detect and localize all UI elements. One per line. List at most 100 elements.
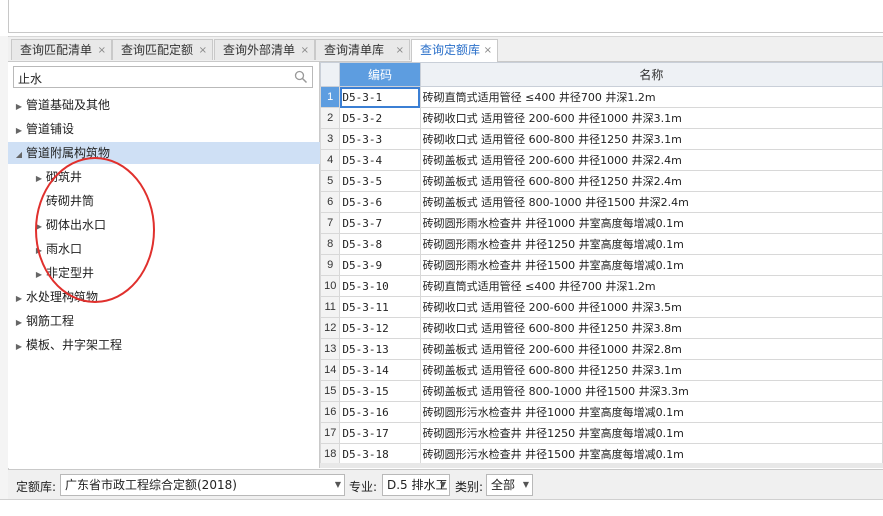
tab-5[interactable]: 查询定额库 × xyxy=(411,39,498,62)
name-cell[interactable]: 砖砌盖板式 适用管径 600-800 井径1250 井深3.1m xyxy=(419,359,883,381)
caret-right-icon[interactable]: ▶ xyxy=(34,216,44,238)
tree-node[interactable]: ▶ 砌筑井 xyxy=(34,166,82,188)
row-number[interactable]: 14 xyxy=(320,359,341,381)
table-row[interactable]: 15 D5-3-15 砖砌盖板式 适用管径 800-1000 井径1500 井深3.… xyxy=(320,380,883,402)
category-select[interactable]: 全部 ▼ xyxy=(486,474,533,496)
code-cell[interactable]: D5-3-16 xyxy=(339,401,421,423)
row-number[interactable]: 1 xyxy=(320,86,341,108)
column-header-code[interactable]: 编码 xyxy=(339,62,421,87)
close-icon[interactable]: × xyxy=(484,40,492,61)
tree-node[interactable]: ▶ 水处理构筑物 xyxy=(14,286,98,308)
tab-3[interactable]: 查询外部清单 × xyxy=(214,39,315,60)
name-cell[interactable]: 砖砌盖板式 适用管径 800-1000 井径1500 井深2.4m xyxy=(419,191,883,213)
row-number[interactable]: 2 xyxy=(320,107,341,129)
row-number[interactable]: 10 xyxy=(320,275,341,297)
name-cell[interactable]: 砖砌圆形污水检查井 井径1250 井室高度每增减0.1m xyxy=(419,422,883,444)
table-row[interactable]: 9 D5-3-9 砖砌圆形雨水检查井 井径1500 井室高度每增减0.1m xyxy=(320,254,883,276)
horizontal-scrollbar[interactable] xyxy=(320,463,883,468)
table-row[interactable]: 16 D5-3-16 砖砌圆形污水检查井 井径1000 井室高度每增减0.1m xyxy=(320,401,883,423)
row-number[interactable]: 12 xyxy=(320,317,341,339)
code-cell[interactable]: D5-3-2 xyxy=(339,107,421,129)
tree-node[interactable]: ▶ 非定型井 xyxy=(34,262,94,284)
search-input-value[interactable]: 止水 xyxy=(18,70,42,87)
code-cell[interactable]: D5-3-11 xyxy=(339,296,421,318)
tree-node[interactable]: ▶ 砌体出水口 xyxy=(34,214,106,236)
code-cell[interactable]: D5-3-15 xyxy=(339,380,421,402)
caret-right-icon[interactable]: ▶ xyxy=(14,288,24,310)
table-row[interactable]: 10 D5-3-10 砖砌直筒式适用管径 ≤400 井径700 井深1.2m xyxy=(320,275,883,297)
row-number[interactable]: 17 xyxy=(320,422,341,444)
code-cell[interactable]: D5-3-9 xyxy=(339,254,421,276)
close-icon[interactable]: × xyxy=(396,40,404,61)
name-cell[interactable]: 砖砌圆形雨水检查井 井径1250 井室高度每增减0.1m xyxy=(419,233,883,255)
close-icon[interactable]: × xyxy=(199,40,207,61)
specialty-select[interactable]: D.5 排水工 ▼ xyxy=(382,474,450,496)
row-number[interactable]: 5 xyxy=(320,170,341,192)
code-cell[interactable]: D5-3-1 xyxy=(339,86,421,108)
row-number[interactable]: 6 xyxy=(320,191,341,213)
table-row[interactable]: 17 D5-3-17 砖砌圆形污水检查井 井径1250 井室高度每增减0.1m xyxy=(320,422,883,444)
tree-node[interactable]: ▶ 管道基础及其他 xyxy=(14,94,110,116)
name-cell[interactable]: 砖砌直筒式适用管径 ≤400 井径700 井深1.2m xyxy=(419,86,883,108)
close-icon[interactable]: × xyxy=(301,40,309,61)
caret-right-icon[interactable]: ▶ xyxy=(34,168,44,190)
code-cell[interactable]: D5-3-14 xyxy=(339,359,421,381)
name-cell[interactable]: 砖砌圆形雨水检查井 井径1500 井室高度每增减0.1m xyxy=(419,254,883,276)
code-cell[interactable]: D5-3-8 xyxy=(339,233,421,255)
table-row[interactable]: 14 D5-3-14 砖砌盖板式 适用管径 600-800 井径1250 井深3.1… xyxy=(320,359,883,381)
caret-right-icon[interactable]: ▶ xyxy=(14,336,24,358)
name-cell[interactable]: 砖砌收口式 适用管径 200-600 井径1000 井深3.5m xyxy=(419,296,883,318)
tree-node[interactable]: ▶ 管道铺设 xyxy=(14,118,74,140)
name-cell[interactable]: 砖砌圆形污水检查井 井径1500 井室高度每增减0.1m xyxy=(419,443,883,465)
code-cell[interactable]: D5-3-5 xyxy=(339,170,421,192)
table-row[interactable]: 2 D5-3-2 砖砌收口式 适用管径 200-600 井径1000 井深3.1m xyxy=(320,107,883,129)
name-cell[interactable]: 砖砌盖板式 适用管径 800-1000 井径1500 井深3.3m xyxy=(419,380,883,402)
row-number[interactable]: 13 xyxy=(320,338,341,360)
table-row[interactable]: 11 D5-3-11 砖砌收口式 适用管径 200-600 井径1000 井深3.5… xyxy=(320,296,883,318)
row-number[interactable]: 11 xyxy=(320,296,341,318)
table-row[interactable]: 5 D5-3-5 砖砌盖板式 适用管径 600-800 井径1250 井深2.4m xyxy=(320,170,883,192)
library-select[interactable]: 广东省市政工程综合定额(2018) ▼ xyxy=(60,474,345,496)
name-cell[interactable]: 砖砌直筒式适用管径 ≤400 井径700 井深1.2m xyxy=(419,275,883,297)
table-row[interactable]: 7 D5-3-7 砖砌圆形雨水检查井 井径1000 井室高度每增减0.1m xyxy=(320,212,883,234)
row-number[interactable]: 7 xyxy=(320,212,341,234)
tree-node[interactable]: ▶ 模板、井字架工程 xyxy=(14,334,122,356)
tree-node[interactable]: ◢ 管道附属构筑物 xyxy=(8,142,320,164)
row-number[interactable]: 18 xyxy=(320,443,341,465)
code-cell[interactable]: D5-3-7 xyxy=(339,212,421,234)
code-cell[interactable]: D5-3-18 xyxy=(339,443,421,465)
code-cell[interactable]: D5-3-6 xyxy=(339,191,421,213)
code-cell[interactable]: D5-3-4 xyxy=(339,149,421,171)
tab-1[interactable]: 查询匹配清单 × xyxy=(11,39,112,60)
code-cell[interactable]: D5-3-3 xyxy=(339,128,421,150)
row-number[interactable]: 9 xyxy=(320,254,341,276)
table-row[interactable]: 4 D5-3-4 砖砌盖板式 适用管径 200-600 井径1000 井深2.4m xyxy=(320,149,883,171)
column-header-name[interactable]: 名称 xyxy=(419,62,883,87)
row-number[interactable]: 4 xyxy=(320,149,341,171)
caret-right-icon[interactable]: ▶ xyxy=(14,120,24,142)
row-number[interactable]: 16 xyxy=(320,401,341,423)
row-number[interactable]: 3 xyxy=(320,128,341,150)
row-number[interactable]: 8 xyxy=(320,233,341,255)
name-cell[interactable]: 砖砌盖板式 适用管径 200-600 井径1000 井深2.4m xyxy=(419,149,883,171)
table-row[interactable]: 6 D5-3-6 砖砌盖板式 适用管径 800-1000 井径1500 井深2.4m xyxy=(320,191,883,213)
tree-node[interactable]: 砖砌井筒 xyxy=(34,190,94,212)
name-cell[interactable]: 砖砌圆形污水检查井 井径1000 井室高度每增减0.1m xyxy=(419,401,883,423)
code-cell[interactable]: D5-3-13 xyxy=(339,338,421,360)
search-input[interactable]: 止水 xyxy=(13,66,313,88)
table-row[interactable]: 13 D5-3-13 砖砌盖板式 适用管径 200-600 井径1000 井深2.8… xyxy=(320,338,883,360)
caret-right-icon[interactable]: ▶ xyxy=(34,264,44,286)
search-icon[interactable] xyxy=(294,70,308,84)
table-row[interactable]: 8 D5-3-8 砖砌圆形雨水检查井 井径1250 井室高度每增减0.1m xyxy=(320,233,883,255)
name-cell[interactable]: 砖砌收口式 适用管径 200-600 井径1000 井深3.1m xyxy=(419,107,883,129)
caret-down-icon[interactable]: ◢ xyxy=(14,144,24,166)
name-cell[interactable]: 砖砌收口式 适用管径 600-800 井径1250 井深3.1m xyxy=(419,128,883,150)
code-cell[interactable]: D5-3-12 xyxy=(339,317,421,339)
caret-right-icon[interactable]: ▶ xyxy=(34,240,44,262)
name-cell[interactable]: 砖砌盖板式 适用管径 600-800 井径1250 井深2.4m xyxy=(419,170,883,192)
code-cell[interactable]: D5-3-17 xyxy=(339,422,421,444)
name-cell[interactable]: 砖砌圆形雨水检查井 井径1000 井室高度每增减0.1m xyxy=(419,212,883,234)
name-cell[interactable]: 砖砌盖板式 适用管径 200-600 井径1000 井深2.8m xyxy=(419,338,883,360)
close-icon[interactable]: × xyxy=(98,40,106,61)
table-row[interactable]: 12 D5-3-12 砖砌收口式 适用管径 600-800 井径1250 井深3.8… xyxy=(320,317,883,339)
